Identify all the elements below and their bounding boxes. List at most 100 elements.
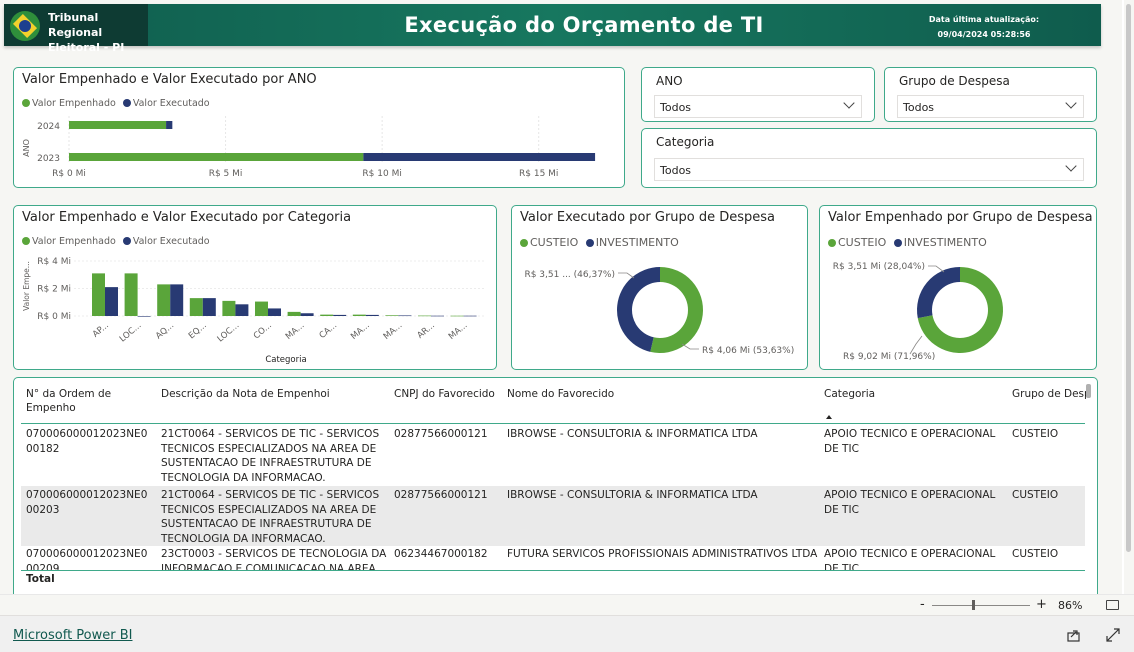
table-row[interactable]: 070006000012023NE000209 23CT0003 - SERVI… xyxy=(21,547,1085,570)
col-header-cnpj[interactable]: CNPJ do Favorecido xyxy=(394,387,504,401)
report-canvas: Tribunal Regional Eleitoral - PI Execuçã… xyxy=(0,0,1122,594)
zoom-level[interactable]: 86% xyxy=(1058,599,1082,612)
chevron-down-icon xyxy=(1065,160,1077,172)
chart-empenhado-grupo[interactable]: Valor Empenhado por Grupo de Despesa CUS… xyxy=(819,205,1097,370)
table-row[interactable]: 070006000012023NE000182 21CT0064 - SERVI… xyxy=(21,425,1085,485)
leader-line xyxy=(928,265,945,273)
data-label: R$ 4,06 Mi (53,63%) xyxy=(702,346,794,356)
chevron-down-icon xyxy=(1065,97,1077,109)
x-tick-label: AR... xyxy=(416,321,437,341)
cell-cnpj: 02877566000121 xyxy=(394,428,488,440)
bar-executado xyxy=(170,284,184,316)
slicer-grupo-dropdown[interactable]: Todos xyxy=(897,95,1084,118)
col-header-categoria[interactable]: Categoria xyxy=(824,387,1004,401)
bar-empenhado xyxy=(124,273,138,316)
cell-ordem: 070006000012023NE000203 xyxy=(26,489,148,516)
col-header-descricao[interactable]: Descrição da Nota de Empenhoi xyxy=(161,387,386,401)
x-tick-label: MA... xyxy=(349,321,372,342)
org-line1: Tribunal Regional xyxy=(48,11,103,39)
bar-executado xyxy=(105,287,118,316)
bar-executado xyxy=(202,298,216,316)
total-divider xyxy=(21,570,1085,571)
chart-executado-grupo[interactable]: Valor Executado por Grupo de Despesa CUS… xyxy=(511,205,808,370)
footer: Microsoft Power BI xyxy=(0,615,1134,652)
data-label: R$ 3,51 ... (46,37%) xyxy=(524,270,615,280)
cell-descricao: 21CT0064 - SERVICOS DE TIC - SERVICOS TE… xyxy=(161,489,380,545)
x-tick-label: CO... xyxy=(252,321,274,342)
chart-ano[interactable]: Valor Empenhado e Valor Executado por AN… xyxy=(13,67,625,188)
empenho-table[interactable]: N° da Ordem de Empenho Descrição da Nota… xyxy=(13,377,1098,594)
last-update-value: 09/04/2024 05:28:56 xyxy=(937,30,1031,39)
x-tick-label: EQ... xyxy=(187,321,209,342)
bar-empenhado xyxy=(287,311,301,316)
org-name: Tribunal Regional Eleitoral - PI xyxy=(48,10,146,55)
donut2-plot[interactable]: R$ 9,02 Mi (71,96%) R$ 3,51 Mi (28,04%) xyxy=(820,206,1096,369)
bar-executado xyxy=(463,315,477,317)
slicer-categoria-label: Categoria xyxy=(656,135,715,149)
cell-nome: IBROWSE - CONSULTORIA & INFORMATICA LTDA xyxy=(507,428,758,440)
zoom-in-button[interactable]: + xyxy=(1036,597,1047,612)
chart-ano-plot[interactable]: R$ 0 Mi R$ 5 Mi R$ 10 Mi R$ 15 Mi ANO 2024 202… xyxy=(14,68,624,187)
cell-cnpj: 06234467000182 xyxy=(394,548,488,560)
col-header-grupo[interactable]: Grupo de Desp xyxy=(1012,387,1087,401)
chart-categoria-plot[interactable]: R$ 4 Mi R$ 2 Mi R$ 0 Mi Valor Empe... Catego… xyxy=(14,206,496,369)
org-line2: Eleitoral - PI xyxy=(48,41,125,54)
last-update: Data última atualização: 09/04/2024 05:2… xyxy=(914,12,1054,42)
cell-descricao: 21CT0064 - SERVICOS DE TIC - SERVICOS TE… xyxy=(161,428,380,484)
table-scrollbar[interactable] xyxy=(1086,384,1091,398)
zoom-out-button[interactable]: - xyxy=(920,597,925,612)
sort-ascending-icon[interactable] xyxy=(826,415,832,419)
zoom-slider[interactable] xyxy=(932,605,1030,606)
slicer-grupo[interactable]: Grupo de Despesa Todos xyxy=(884,67,1097,122)
page-scroll-thumb[interactable] xyxy=(1126,4,1131,552)
x-tick-label: AQ... xyxy=(154,321,176,342)
chart-categoria[interactable]: Valor Empenhado e Valor Executado por Ca… xyxy=(13,205,497,370)
cell-grupo: CUSTEIO xyxy=(1012,489,1059,501)
page-scrollbar[interactable] xyxy=(1124,0,1134,594)
cell-categoria: APOIO TECNICO E OPERACIONAL DE TIC xyxy=(824,428,996,455)
bar-empenhado xyxy=(189,298,203,316)
x-tick-label: R$ 10 Mi xyxy=(362,169,401,179)
bar-executado xyxy=(166,121,173,129)
col-header-nome[interactable]: Nome do Favorecido xyxy=(507,387,817,401)
fullscreen-icon[interactable] xyxy=(1106,628,1120,642)
bar-empenhado xyxy=(222,300,236,316)
powerbi-link[interactable]: Microsoft Power BI xyxy=(13,628,132,643)
slicer-categoria-dropdown[interactable]: Todos xyxy=(654,158,1084,181)
share-icon[interactable] xyxy=(1067,628,1081,642)
slicer-grupo-label: Grupo de Despesa xyxy=(899,74,1010,88)
slicer-grupo-value: Todos xyxy=(903,101,935,114)
slicer-categoria[interactable]: Categoria Todos xyxy=(641,128,1097,188)
cell-cnpj: 02877566000121 xyxy=(394,489,488,501)
fit-to-page-icon[interactable] xyxy=(1106,600,1119,610)
chevron-down-icon xyxy=(843,97,855,109)
col-header-ordem[interactable]: N° da Ordem de Empenho xyxy=(26,387,151,415)
bar-executado xyxy=(365,314,379,316)
slicer-categoria-value: Todos xyxy=(660,164,692,177)
donut1-plot[interactable]: R$ 4,06 Mi (53,63%) R$ 3,51 ... (46,37%) xyxy=(512,206,807,369)
table-row[interactable]: 070006000012023NE000203 21CT0064 - SERVI… xyxy=(21,486,1085,546)
x-tick-label: MA... xyxy=(447,321,470,342)
y-axis-title: ANO xyxy=(22,139,31,157)
bar-empenhado xyxy=(157,284,171,316)
y-tick-label: 2024 xyxy=(37,122,60,132)
x-tick-label: CA... xyxy=(318,321,340,341)
x-tick-label: AP... xyxy=(91,321,111,340)
leader-line xyxy=(618,272,635,279)
slicer-ano[interactable]: ANO Todos xyxy=(641,67,875,122)
x-tick-label: LOC... xyxy=(118,321,144,345)
bar-empenhado xyxy=(450,315,464,317)
logo: Tribunal Regional Eleitoral - PI xyxy=(4,4,148,54)
bar-empenhado xyxy=(69,121,167,129)
report-header: Tribunal Regional Eleitoral - PI Execuçã… xyxy=(4,4,1101,54)
x-tick-label: LOC... xyxy=(216,321,242,345)
last-update-label: Data última atualização: xyxy=(928,15,1040,24)
slicer-ano-dropdown[interactable]: Todos xyxy=(654,95,862,118)
bar-empenhado xyxy=(255,301,268,316)
data-label: R$ 3,51 Mi (28,04%) xyxy=(833,262,925,272)
zoom-slider-thumb[interactable] xyxy=(972,600,975,610)
cell-descricao: 23CT0003 - SERVICOS DE TECNOLOGIA DA INF… xyxy=(161,548,387,570)
header-divider xyxy=(21,423,1085,424)
cell-nome: IBROWSE - CONSULTORIA & INFORMATICA LTDA xyxy=(507,489,758,501)
cell-categoria: APOIO TECNICO E OPERACIONAL DE TIC xyxy=(824,489,996,516)
